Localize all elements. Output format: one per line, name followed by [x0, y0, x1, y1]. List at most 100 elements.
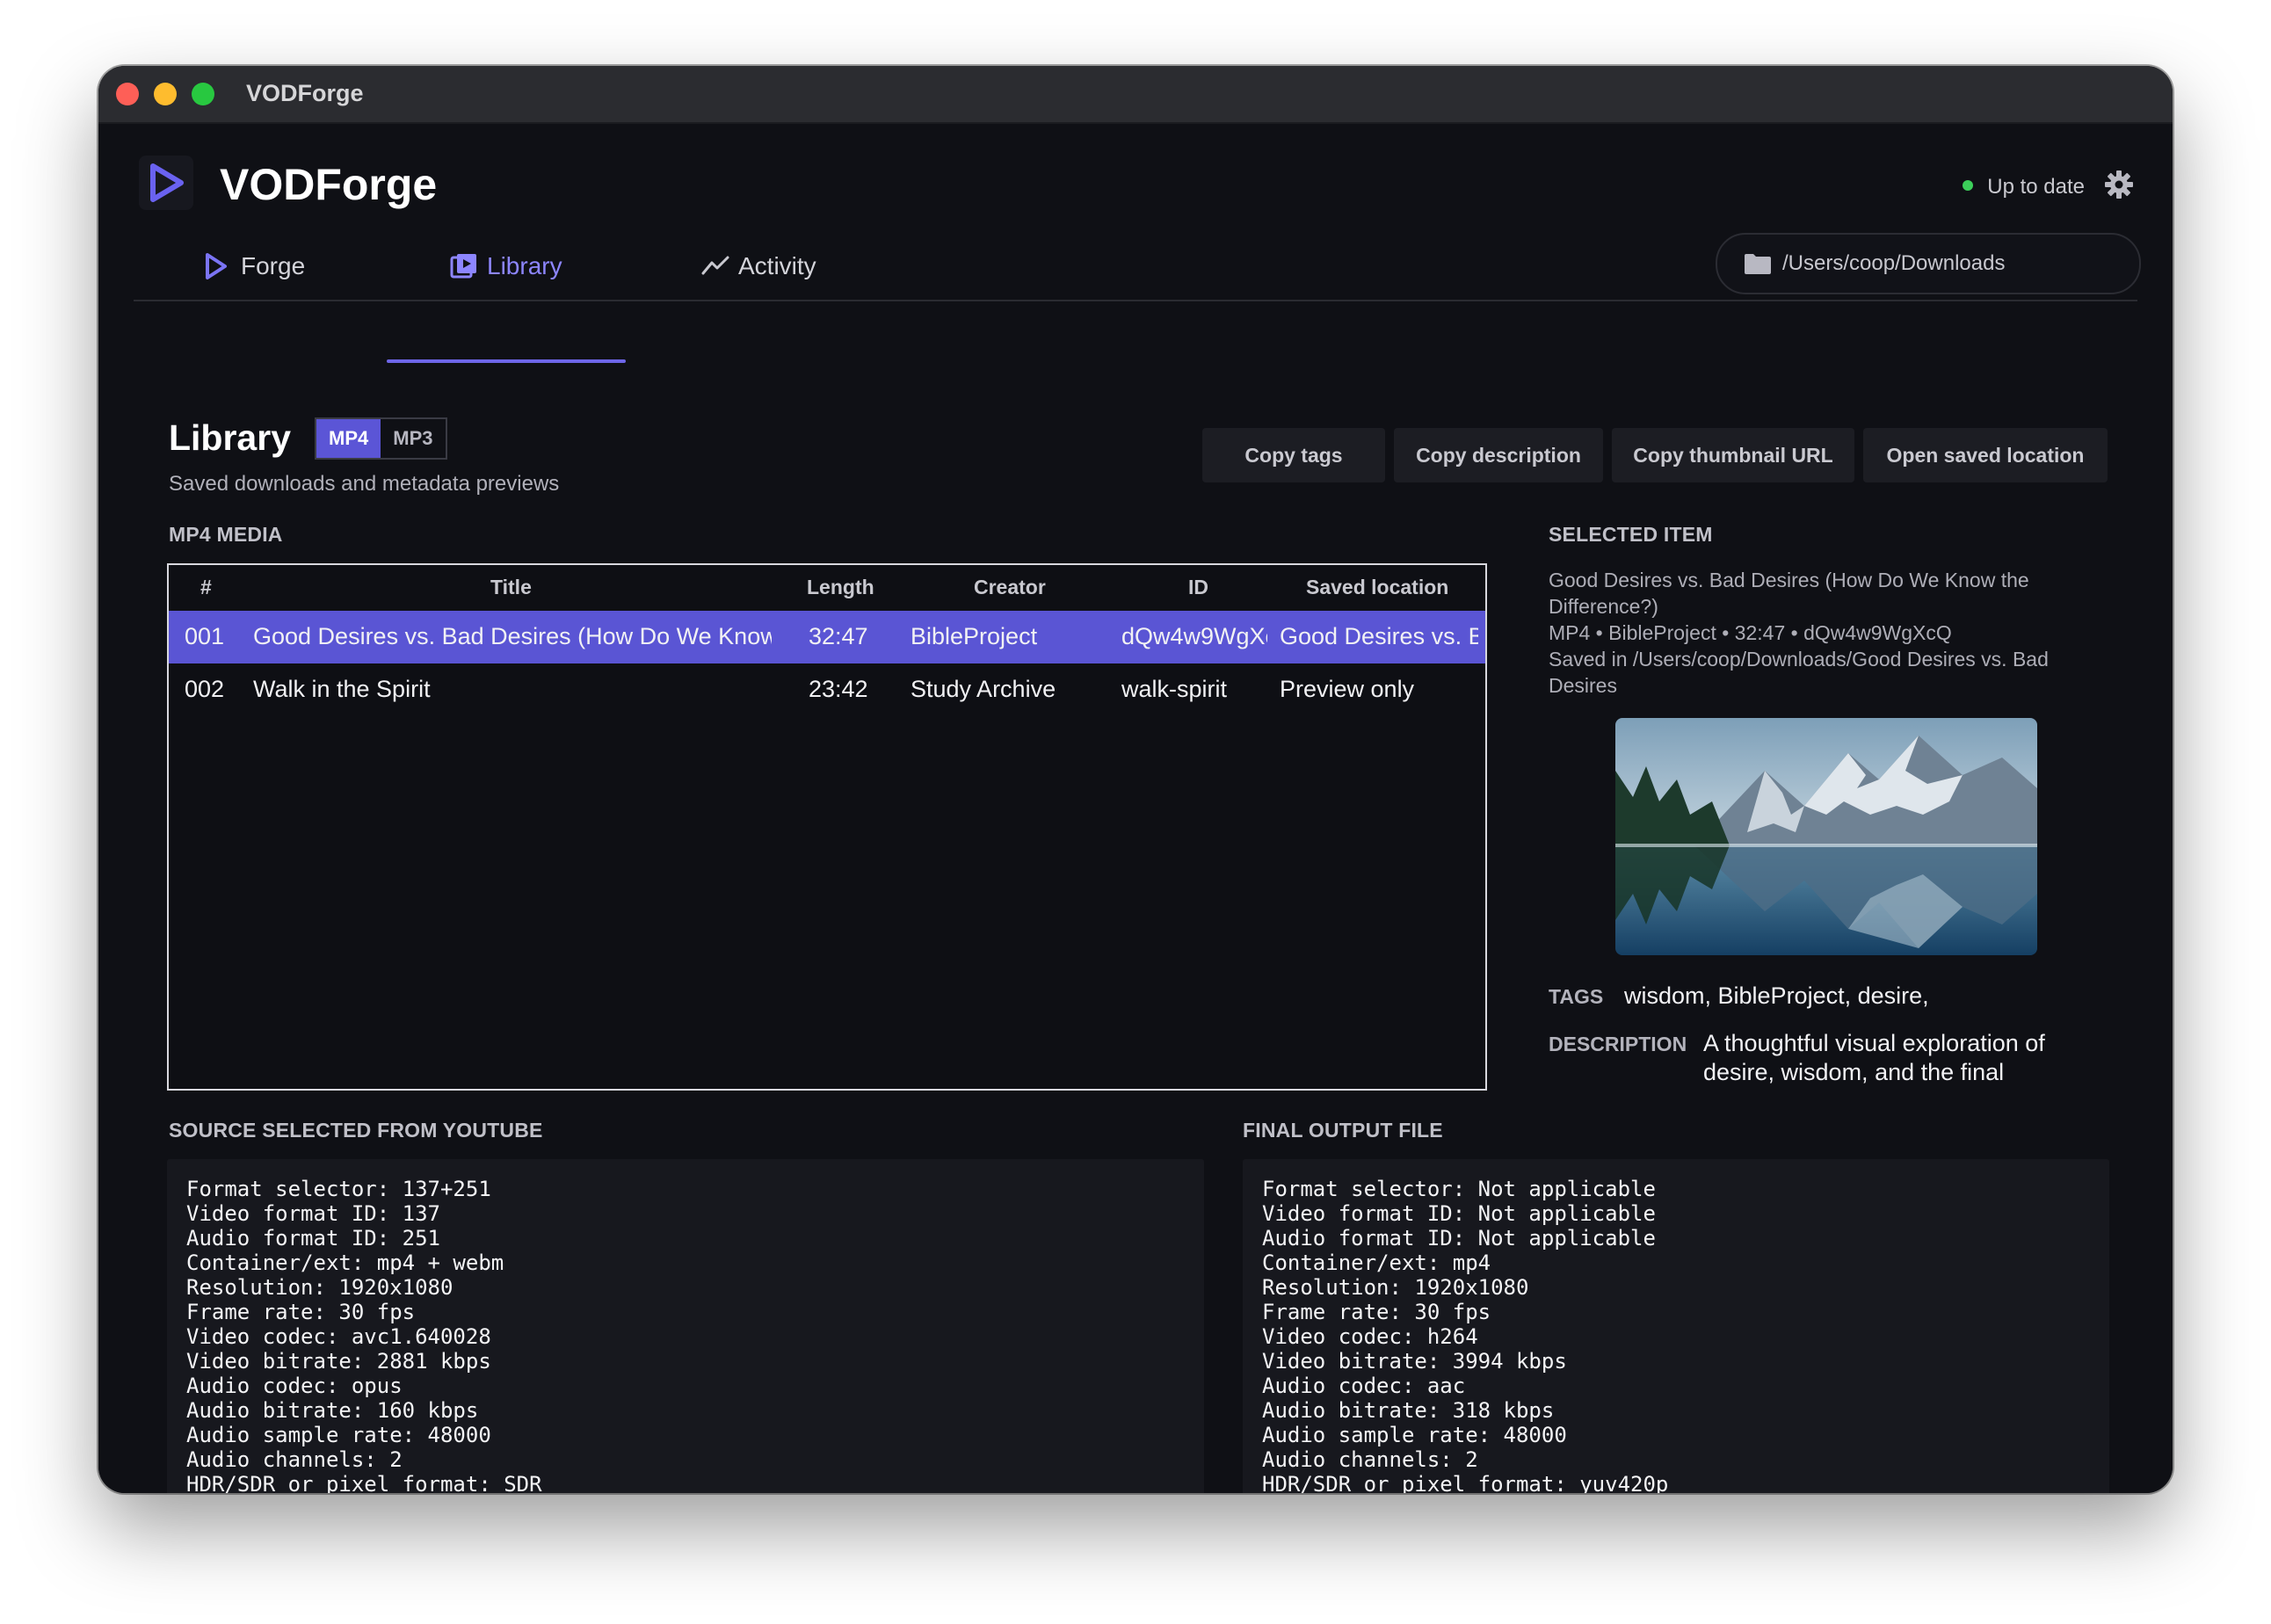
selected-item-label: SELECTED ITEM [1549, 523, 1713, 546]
media-section-label: MP4 MEDIA [169, 523, 283, 546]
selected-item-saved-path: Saved in /Users/coop/Downloads/Good Desi… [1549, 648, 2049, 697]
output-detail-line: Video codec: h264 [1262, 1324, 1478, 1349]
format-mp3-button[interactable]: MP3 [381, 419, 445, 458]
selected-item-title: Good Desires vs. Bad Desires (How Do We … [1549, 569, 2029, 618]
zoom-window-button[interactable] [192, 83, 214, 105]
column-header-number[interactable]: # [200, 576, 212, 599]
thumbnail-image[interactable] [1615, 718, 2037, 955]
tab-forge[interactable]: Forge [204, 247, 345, 300]
source-detail-line: Video bitrate: 2881 kbps [186, 1349, 491, 1374]
output-detail-line: Resolution: 1920x1080 [1262, 1275, 1529, 1300]
table-header: # Title Length Creator ID Saved location [169, 565, 1485, 609]
source-detail-line: Audio bitrate: 160 kbps [186, 1398, 479, 1423]
close-window-button[interactable] [116, 83, 139, 105]
copy-tags-button[interactable]: Copy tags [1202, 428, 1385, 482]
output-panel-label: FINAL OUTPUT FILE [1243, 1119, 1443, 1142]
source-detail-line: Container/ext: mp4 + webm [186, 1251, 504, 1275]
tabs-divider [134, 300, 2137, 301]
row-title: Walk in the Spirit [253, 676, 431, 702]
column-header-id[interactable]: ID [1188, 576, 1208, 599]
update-status-text: Up to date [1987, 175, 2085, 199]
row-id: dQw4w9WgXcQ [1121, 623, 1267, 649]
output-detail-line: Audio codec: aac [1262, 1374, 1466, 1398]
window-title: VODForge [246, 80, 364, 106]
output-detail-line: Audio channels: 2 [1262, 1447, 1478, 1472]
window-titlebar[interactable]: VODForge [98, 66, 2173, 124]
page-title: Library [169, 417, 291, 458]
row-creator: Study Archive [911, 676, 1056, 702]
library-icon [450, 254, 476, 279]
mountain-lake-thumbnail [1615, 718, 2037, 955]
source-detail-line: Format selector: 137+251 [186, 1177, 491, 1201]
table-row[interactable]: 002 Walk in the Spirit 23:42 Study Archi… [169, 663, 1485, 716]
format-mp4-button[interactable]: MP4 [316, 419, 381, 458]
row-saved-location: Preview only [1280, 676, 1415, 702]
app-content: VODForge Up to date Forge Library Activi… [98, 124, 2173, 1493]
output-detail-line: Audio sample rate: 48000 [1262, 1423, 1567, 1447]
tags-label: TAGS [1549, 985, 1604, 1008]
row-id: walk-spirit [1121, 676, 1228, 702]
row-length: 23:42 [809, 676, 868, 702]
activity-chart-icon [701, 256, 729, 275]
source-detail-line: Audio codec: opus [186, 1374, 403, 1398]
output-format-details[interactable]: Format selector: Not applicable Video fo… [1243, 1159, 2109, 1493]
source-detail-line: Audio format ID: 251 [186, 1226, 440, 1251]
row-creator: BibleProject [911, 623, 1038, 649]
tab-forge-label: Forge [241, 252, 306, 279]
row-saved-location: Good Desires vs. Bad Desires [1280, 623, 1478, 649]
output-detail-line: Container/ext: mp4 [1262, 1251, 1491, 1275]
source-detail-line: HDR/SDR or pixel format: SDR [186, 1472, 542, 1493]
source-format-details[interactable]: Format selector: 137+251 Video format ID… [167, 1159, 1204, 1493]
output-detail-line: Audio format ID: Not applicable [1262, 1226, 1656, 1251]
media-table[interactable]: # Title Length Creator ID Saved location… [167, 563, 1487, 1091]
source-detail-line: Video format ID: 137 [186, 1201, 440, 1226]
minimize-window-button[interactable] [154, 83, 177, 105]
description-value: A thoughtful visual exploration of desir… [1703, 1030, 2045, 1085]
source-panel-label: SOURCE SELECTED FROM YOUTUBE [169, 1119, 543, 1142]
download-folder-path: /Users/coop/Downloads [1782, 251, 2006, 275]
copy-thumbnail-url-button[interactable]: Copy thumbnail URL [1612, 428, 1854, 482]
tab-activity[interactable]: Activity [701, 247, 877, 300]
column-header-creator[interactable]: Creator [974, 576, 1046, 599]
row-length: 32:47 [809, 623, 868, 649]
open-saved-location-button[interactable]: Open saved location [1863, 428, 2108, 482]
source-detail-line: Video codec: avc1.640028 [186, 1324, 491, 1349]
download-folder-picker[interactable]: /Users/coop/Downloads [1716, 233, 2141, 294]
tab-activity-label: Activity [738, 252, 816, 279]
play-icon [206, 253, 227, 279]
output-detail-line: Video bitrate: 3994 kbps [1262, 1349, 1567, 1374]
copy-description-button[interactable]: Copy description [1394, 428, 1603, 482]
source-detail-line: Audio channels: 2 [186, 1447, 403, 1472]
output-detail-line: Frame rate: 30 fps [1262, 1300, 1491, 1324]
app-brand: VODForge [220, 160, 438, 209]
tab-library[interactable]: Library [387, 247, 626, 300]
row-title: Good Desires vs. Bad Desires (How Do We … [253, 623, 772, 649]
output-detail-line: Video format ID: Not applicable [1262, 1201, 1656, 1226]
source-detail-line: Frame rate: 30 fps [186, 1300, 416, 1324]
source-detail-line: Audio sample rate: 48000 [186, 1423, 491, 1447]
selected-item-meta: MP4 • BibleProject • 32:47 • dQw4w9WgXcQ [1549, 621, 1952, 644]
tab-library-label: Library [487, 252, 562, 279]
output-detail-line: Format selector: Not applicable [1262, 1177, 1656, 1201]
output-detail-line: HDR/SDR or pixel format: yuv420p [1262, 1472, 1669, 1493]
app-logo [139, 156, 193, 210]
output-detail-line: Audio bitrate: 318 kbps [1262, 1398, 1555, 1423]
update-status: Up to date [1963, 175, 2085, 199]
gear-icon [2105, 170, 2133, 199]
row-number: 001 [185, 623, 225, 649]
source-detail-line: Resolution: 1920x1080 [186, 1275, 453, 1300]
folder-icon [1745, 254, 1771, 274]
page-subtitle: Saved downloads and metadata previews [169, 472, 560, 496]
settings-button[interactable] [2104, 170, 2134, 204]
tags-value: wisdom, BibleProject, desire, [1624, 982, 1929, 1009]
selected-item-info: Good Desires vs. Bad Desires (How Do We … [1549, 567, 2067, 699]
row-number: 002 [185, 676, 225, 702]
format-toggle: MP4 MP3 [315, 417, 447, 460]
table-row[interactable]: 001 Good Desires vs. Bad Desires (How Do… [169, 611, 1485, 663]
description-label: DESCRIPTION [1549, 1033, 1687, 1055]
status-dot-icon [1963, 180, 1974, 191]
column-header-saved-location[interactable]: Saved location [1306, 576, 1448, 599]
active-tab-indicator [387, 359, 626, 363]
column-header-length[interactable]: Length [807, 576, 874, 599]
column-header-title[interactable]: Title [490, 576, 532, 599]
